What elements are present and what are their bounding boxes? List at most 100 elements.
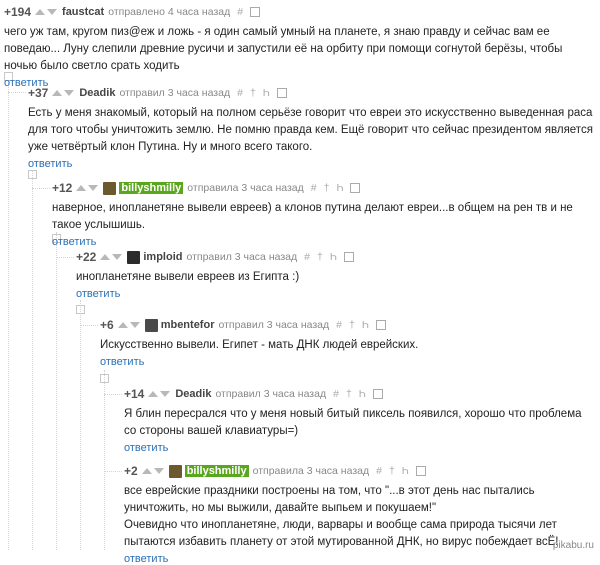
comment: +6 mbentefor отправил 3 часа назад # † Һ…: [100, 316, 594, 368]
comment-author[interactable]: Deadik: [175, 388, 211, 400]
collapse-toggle[interactable]: [76, 305, 85, 314]
collapse-toggle[interactable]: [28, 170, 37, 179]
comment: +37 Deadik отправил 3 часа назад # † Һ Е…: [28, 84, 594, 170]
comment-time: отправил 3 часа назад: [119, 87, 231, 99]
avatar: [127, 250, 141, 264]
comment: +194 faustcat отправлено 4 часа назад # …: [4, 3, 594, 89]
comment: +2 billyshmilly отправила 3 часа назад #…: [124, 462, 594, 565]
collapse-toggle[interactable]: [100, 374, 109, 383]
upvote-icon[interactable]: [52, 90, 63, 96]
shei-icon[interactable]: Һ: [330, 251, 337, 263]
comment-time: отправил 3 часа назад: [215, 388, 327, 400]
comment-text: все еврейские праздники построены на том…: [124, 485, 559, 548]
comment-rating: +6: [100, 318, 114, 332]
permalink-icon[interactable]: #: [376, 465, 382, 477]
upvote-icon[interactable]: [148, 391, 159, 397]
save-icon[interactable]: [375, 320, 386, 330]
save-icon[interactable]: [276, 88, 287, 98]
reply-link[interactable]: ответить: [124, 442, 168, 454]
downvote-icon[interactable]: [153, 468, 164, 474]
comment-author[interactable]: billyshmilly: [119, 182, 184, 194]
downvote-icon[interactable]: [160, 391, 171, 397]
upvote-icon[interactable]: [100, 254, 111, 260]
shei-icon[interactable]: Һ: [362, 319, 369, 331]
permalink-icon[interactable]: #: [237, 87, 243, 99]
thread-branch: [80, 325, 98, 326]
thread-branch: [104, 394, 122, 395]
permalink-icon[interactable]: #: [336, 319, 342, 331]
save-icon[interactable]: [372, 389, 383, 399]
comment-author[interactable]: Deadik: [79, 87, 115, 99]
comment-text: Искусственно вывели. Египет - мать ДНК л…: [100, 339, 419, 351]
dagger-icon[interactable]: †: [349, 319, 355, 331]
comment-rating: +22: [76, 250, 97, 264]
permalink-icon[interactable]: #: [304, 251, 310, 263]
thread-branch: [32, 188, 50, 189]
dagger-icon[interactable]: †: [317, 251, 323, 263]
reply-link[interactable]: ответить: [124, 553, 168, 565]
avatar: [144, 318, 158, 332]
comment-text: инопланетяне вывели евреев из Египта :): [76, 271, 300, 283]
comment: +22 imploid отправил 3 часа назад # † Һ …: [76, 248, 594, 300]
permalink-icon[interactable]: #: [237, 6, 243, 18]
comment: +12 billyshmilly отправила 3 часа назад …: [52, 179, 594, 248]
thread-line: [56, 232, 57, 550]
comment-text: Я блин пересрался что у меня новый битый…: [124, 408, 582, 437]
dagger-icon[interactable]: †: [389, 465, 395, 477]
comment-rating: +2: [124, 464, 138, 478]
comment-rating: +14: [124, 387, 145, 401]
save-icon[interactable]: [250, 7, 261, 17]
comment-rating: +194: [4, 5, 32, 19]
downvote-icon[interactable]: [47, 9, 58, 15]
avatar: [103, 181, 117, 195]
permalink-icon[interactable]: #: [311, 182, 317, 194]
comment-author[interactable]: faustcat: [62, 6, 104, 18]
permalink-icon[interactable]: #: [333, 388, 339, 400]
shei-icon[interactable]: Һ: [336, 182, 343, 194]
comment-time: отправлено 4 часа назад: [108, 6, 231, 18]
comment-time: отправила 3 часа назад: [252, 465, 370, 477]
reply-link[interactable]: ответить: [52, 236, 96, 248]
comment-rating: +37: [28, 86, 49, 100]
shei-icon[interactable]: Һ: [402, 465, 409, 477]
comment-time: отправил 3 часа назад: [218, 319, 330, 331]
downvote-icon[interactable]: [64, 90, 75, 96]
save-icon[interactable]: [343, 252, 354, 262]
thread-branch: [56, 257, 74, 258]
dagger-icon[interactable]: †: [250, 87, 256, 99]
thread-line: [8, 80, 9, 550]
comment-author[interactable]: imploid: [143, 251, 182, 263]
comment-text: чего уж там, кругом пиз@еж и ложь - я од…: [4, 26, 563, 72]
comment-author[interactable]: billyshmilly: [184, 465, 249, 477]
thread-branch: [104, 471, 122, 472]
comment-author[interactable]: mbentefor: [161, 319, 215, 331]
save-icon[interactable]: [350, 183, 361, 193]
comment-rating: +12: [52, 181, 73, 195]
thread-branch: [8, 92, 26, 93]
avatar: [168, 464, 182, 478]
comment-text: Есть у меня знакомый, который на полном …: [28, 107, 593, 153]
reply-link[interactable]: ответить: [76, 288, 120, 300]
shei-icon[interactable]: Һ: [263, 87, 270, 99]
comment-text: наверное, инопланетяне вывели евреев) а …: [52, 202, 573, 231]
upvote-icon[interactable]: [117, 322, 128, 328]
thread-line: [104, 370, 105, 550]
site-watermark: pikabu.ru: [552, 540, 594, 551]
save-icon[interactable]: [415, 466, 426, 476]
upvote-icon[interactable]: [76, 185, 87, 191]
downvote-icon[interactable]: [112, 254, 123, 260]
dagger-icon[interactable]: †: [346, 388, 352, 400]
upvote-icon[interactable]: [141, 468, 152, 474]
comment-time: отправил 3 часа назад: [186, 251, 298, 263]
comment-time: отправила 3 часа назад: [187, 182, 304, 194]
reply-link[interactable]: ответить: [28, 158, 72, 170]
comment: +14 Deadik отправил 3 часа назад # † Һ Я…: [124, 385, 594, 454]
thread-line: [80, 300, 81, 550]
shei-icon[interactable]: Һ: [359, 388, 366, 400]
upvote-icon[interactable]: [35, 9, 46, 15]
downvote-icon[interactable]: [88, 185, 99, 191]
thread-line: [32, 170, 33, 550]
downvote-icon[interactable]: [129, 322, 140, 328]
reply-link[interactable]: ответить: [100, 356, 144, 368]
dagger-icon[interactable]: †: [324, 182, 330, 194]
